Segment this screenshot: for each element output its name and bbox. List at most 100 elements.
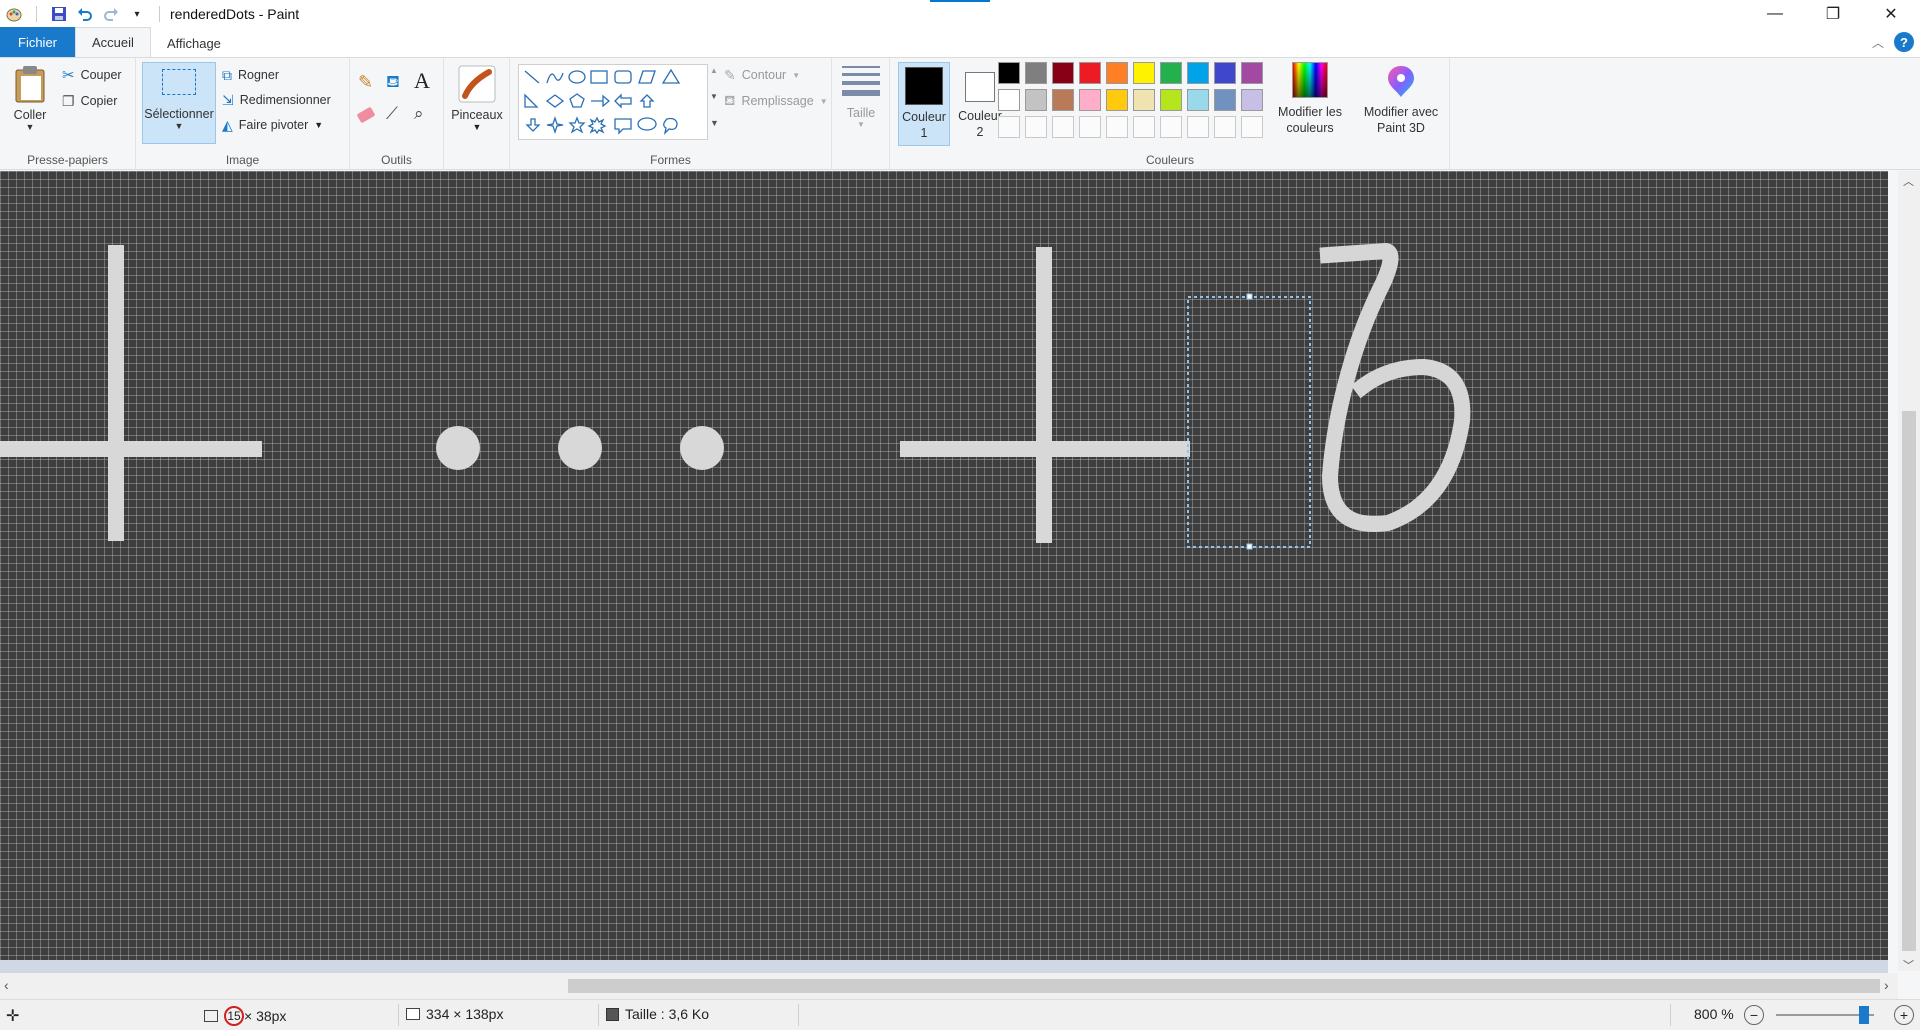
collapse-ribbon-chevron-icon[interactable]: ︿: [1872, 34, 1884, 51]
scissors-icon: ✂: [62, 67, 75, 84]
cut-button[interactable]: ✂ Couper: [62, 64, 122, 86]
paste-button[interactable]: Coller ▼: [8, 64, 52, 132]
size-button[interactable]: Taille ▼: [840, 66, 882, 129]
palette-swatch[interactable]: [1133, 62, 1155, 84]
drawing-canvas[interactable]: [0, 171, 1888, 960]
vertical-scrollbar[interactable]: ︿ ﹀: [1898, 171, 1920, 973]
status-separator-1: [398, 1004, 399, 1026]
palette-custom-swatch[interactable]: [1133, 116, 1155, 138]
palette-swatch[interactable]: [998, 89, 1020, 111]
brushes-button[interactable]: Pinceaux ▼: [448, 64, 506, 132]
tab-file[interactable]: Fichier: [0, 27, 76, 57]
color1-button[interactable]: Couleur 1: [898, 62, 950, 146]
palette-swatch[interactable]: [1106, 62, 1128, 84]
resize-label: Redimensionner: [239, 93, 331, 107]
paste-dropdown-icon[interactable]: ▼: [26, 122, 35, 132]
paint3d-button[interactable]: Modifier avec Paint 3D: [1356, 62, 1446, 136]
maximize-button[interactable]: ❐: [1804, 0, 1862, 28]
palette-swatch[interactable]: [1106, 89, 1128, 111]
palette-custom-swatch[interactable]: [1214, 116, 1236, 138]
right-cross-vertical: [1036, 247, 1052, 543]
undo-icon[interactable]: [75, 4, 95, 24]
save-icon[interactable]: [49, 4, 69, 24]
line-width-icon: [842, 66, 880, 96]
magnifier-icon[interactable]: ⌕: [414, 104, 424, 124]
customize-qat-chevron-icon[interactable]: ▾: [127, 4, 147, 24]
palette-swatch[interactable]: [1241, 62, 1263, 84]
fill-button[interactable]: ⛾ Remplissage ▼: [724, 90, 828, 112]
palette-custom-swatch[interactable]: [1052, 116, 1074, 138]
size-dropdown-icon[interactable]: ▼: [857, 120, 865, 129]
zoom-slider-thumb[interactable]: [1859, 1006, 1870, 1024]
tab-view[interactable]: Affichage: [151, 29, 237, 57]
palette-swatch[interactable]: [1160, 89, 1182, 111]
horizontal-scroll-thumb[interactable]: [568, 979, 1880, 993]
edit-colors-button[interactable]: Modifier les couleurs: [1270, 62, 1350, 136]
close-button[interactable]: ✕: [1862, 0, 1920, 28]
eraser-icon[interactable]: [356, 106, 376, 124]
paint-app-icon[interactable]: [4, 4, 24, 24]
selection-marquee[interactable]: [1187, 296, 1311, 548]
scroll-down-arrow-icon[interactable]: ﹀: [1903, 957, 1914, 973]
palette-swatch[interactable]: [1187, 89, 1209, 111]
resize-button[interactable]: ⇲ Redimensionner: [222, 89, 331, 111]
palette-swatch[interactable]: [1052, 62, 1074, 84]
shapes-expand-icon[interactable]: ▼: [710, 118, 719, 128]
fill-bucket-icon[interactable]: ⛾: [386, 72, 400, 94]
palette-custom-swatch[interactable]: [1106, 116, 1128, 138]
fill-dropdown-icon[interactable]: ▼: [820, 97, 828, 106]
scroll-left-arrow-icon[interactable]: ‹: [4, 977, 9, 993]
outline-button[interactable]: ✎ Contour ▼: [724, 64, 800, 86]
minimize-button[interactable]: —: [1746, 0, 1804, 28]
cursor-position-icon: ✛: [6, 1008, 20, 1025]
palette-swatch[interactable]: [1133, 89, 1155, 111]
vertical-scroll-thumb[interactable]: [1902, 411, 1916, 951]
selection-handle-bottom[interactable]: [1246, 543, 1253, 550]
palette-swatch[interactable]: [1079, 89, 1101, 111]
palette-swatch[interactable]: [1214, 89, 1236, 111]
brushes-dropdown-icon[interactable]: ▼: [473, 122, 482, 132]
palette-custom-swatch[interactable]: [1079, 116, 1101, 138]
window-title: renderedDots - Paint: [170, 6, 300, 22]
copy-button[interactable]: ❐ Copier: [62, 90, 117, 112]
crop-button[interactable]: ⧉ Rogner: [222, 64, 279, 86]
size-label: Taille: [846, 106, 876, 120]
palette-swatch[interactable]: [1025, 89, 1047, 111]
select-dropdown-icon[interactable]: ▼: [175, 121, 184, 131]
palette-swatch[interactable]: [1160, 62, 1182, 84]
palette-swatch[interactable]: [1214, 62, 1236, 84]
palette-swatch[interactable]: [1241, 89, 1263, 111]
palette-swatch[interactable]: [1025, 62, 1047, 84]
outline-dropdown-icon[interactable]: ▼: [792, 71, 800, 80]
palette-swatch[interactable]: [1052, 89, 1074, 111]
text-icon[interactable]: A: [414, 68, 430, 94]
palette-custom-swatch[interactable]: [998, 116, 1020, 138]
dot-3: [680, 426, 724, 470]
horizontal-scrollbar[interactable]: ‹ ›: [0, 973, 1898, 999]
help-icon[interactable]: ?: [1894, 32, 1914, 52]
rotate-dropdown-icon[interactable]: ▼: [314, 120, 323, 130]
palette-custom-swatch[interactable]: [1241, 116, 1263, 138]
scroll-right-arrow-icon[interactable]: ›: [1884, 977, 1889, 993]
zoom-out-button[interactable]: −: [1744, 1005, 1764, 1025]
palette-custom-swatch[interactable]: [1025, 116, 1047, 138]
shapes-scroll-up-icon[interactable]: ▲: [710, 66, 718, 75]
select-button[interactable]: Sélectionner ▼: [142, 62, 216, 144]
palette-swatch[interactable]: [998, 62, 1020, 84]
palette-custom-swatch[interactable]: [1187, 116, 1209, 138]
shapes-scroll-down-icon[interactable]: ▼: [710, 92, 718, 101]
palette-swatch[interactable]: [1187, 62, 1209, 84]
scroll-up-arrow-icon[interactable]: ︿: [1903, 173, 1914, 189]
selection-handle-top[interactable]: [1246, 293, 1253, 300]
pencil-icon[interactable]: ✎: [358, 72, 373, 93]
palette-custom-swatch[interactable]: [1160, 116, 1182, 138]
right-cross-horizontal: [900, 441, 1190, 457]
palette-swatch[interactable]: [1079, 62, 1101, 84]
shapes-icons[interactable]: [519, 65, 709, 141]
rotate-button[interactable]: ◭ Faire pivoter ▼: [222, 114, 323, 136]
zoom-in-button[interactable]: +: [1894, 1005, 1914, 1025]
color-picker-icon[interactable]: ⟋: [386, 104, 398, 124]
redo-icon[interactable]: [101, 4, 121, 24]
tools-group: ✎ ⛾ A ⟋ ⌕ Outils: [350, 58, 444, 170]
tab-home[interactable]: Accueil: [75, 27, 151, 57]
